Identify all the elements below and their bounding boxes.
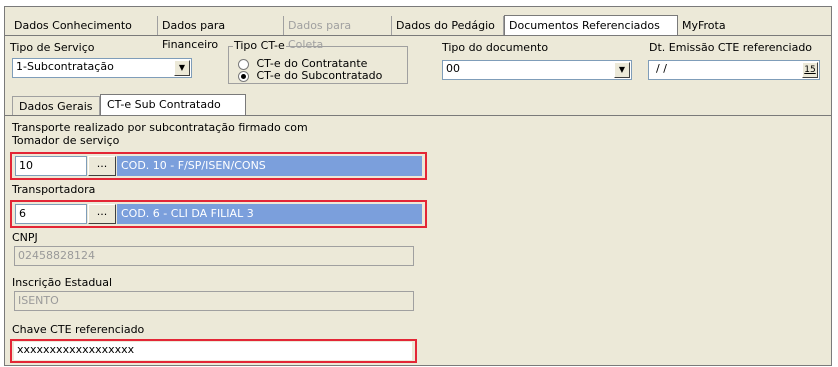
transportadora-description: COD. 6 - CLI DA FILIAL 3 — [117, 204, 422, 224]
top-tab-strip: Dados Conhecimento Dados para Financeiro… — [10, 15, 832, 51]
tipo-documento-value: 00 — [446, 62, 460, 75]
transportadora-lookup-button[interactable]: ... — [88, 204, 116, 224]
calendar-icon[interactable]: 15 — [802, 62, 818, 78]
tipo-servico-select[interactable]: 1-Subcontratação ▼ — [12, 58, 192, 78]
tomador-lookup-button[interactable]: ... — [88, 156, 116, 176]
transportadora-code-input[interactable]: 6 — [15, 204, 87, 224]
tomador-code-input[interactable]: 10 — [15, 156, 87, 176]
tab-dados-conhecimento[interactable]: Dados Conhecimento — [10, 16, 158, 35]
chevron-down-icon[interactable]: ▼ — [174, 60, 190, 76]
radio-checked-icon — [238, 70, 249, 82]
inner-tab-divider — [4, 115, 832, 116]
tab-dados-gerais[interactable]: Dados Gerais — [12, 96, 100, 116]
subcontratacao-header: Transporte realizado por subcontratação … — [12, 121, 308, 134]
inscricao-field: ISENTO — [14, 291, 414, 311]
inscricao-label: Inscrição Estadual — [12, 276, 113, 289]
tipo-documento-label: Tipo do documento — [442, 41, 549, 54]
tab-dados-coleta: Dados para Coleta — [284, 16, 392, 51]
dt-emissao-label: Dt. Emissão CTE referenciado — [649, 41, 813, 54]
transportadora-label: Transportadora — [12, 183, 96, 196]
radio-cte-subcontratado[interactable]: CT-e do Subcontratado — [238, 69, 382, 82]
tab-divider — [4, 35, 832, 36]
cnpj-field: 02458828124 — [14, 246, 414, 266]
tab-documentos-referenciados[interactable]: Documentos Referenciados — [504, 15, 678, 35]
cnpj-label: CNPJ — [12, 231, 38, 244]
tab-dados-financeiro[interactable]: Dados para Financeiro — [158, 16, 284, 51]
tipo-cte-label: Tipo CT-e — [233, 39, 286, 52]
tab-myfrota[interactable]: MyFrota — [678, 16, 738, 35]
dt-emissao-value: / / — [656, 62, 667, 75]
radio-icon — [238, 58, 249, 70]
chave-label: Chave CTE referenciado — [12, 323, 145, 336]
tipo-documento-select[interactable]: 00 ▼ — [442, 60, 632, 80]
radio-cte-subcontratado-label: CT-e do Subcontratado — [256, 69, 383, 82]
tipo-servico-value: 1-Subcontratação — [16, 60, 114, 73]
tab-cte-sub-contratado[interactable]: CT-e Sub Contratado — [100, 94, 246, 116]
dt-emissao-input[interactable]: / / 15 — [648, 60, 820, 80]
tomador-description: COD. 10 - F/SP/ISEN/CONS — [117, 156, 422, 176]
tomador-label: Tomador de serviço — [12, 134, 120, 147]
tipo-servico-label: Tipo de Serviço — [10, 41, 95, 54]
tab-dados-pedagio[interactable]: Dados do Pedágio — [392, 16, 504, 35]
chave-input[interactable]: xxxxxxxxxxxxxxxxxx — [14, 342, 412, 360]
chevron-down-icon[interactable]: ▼ — [614, 62, 630, 78]
